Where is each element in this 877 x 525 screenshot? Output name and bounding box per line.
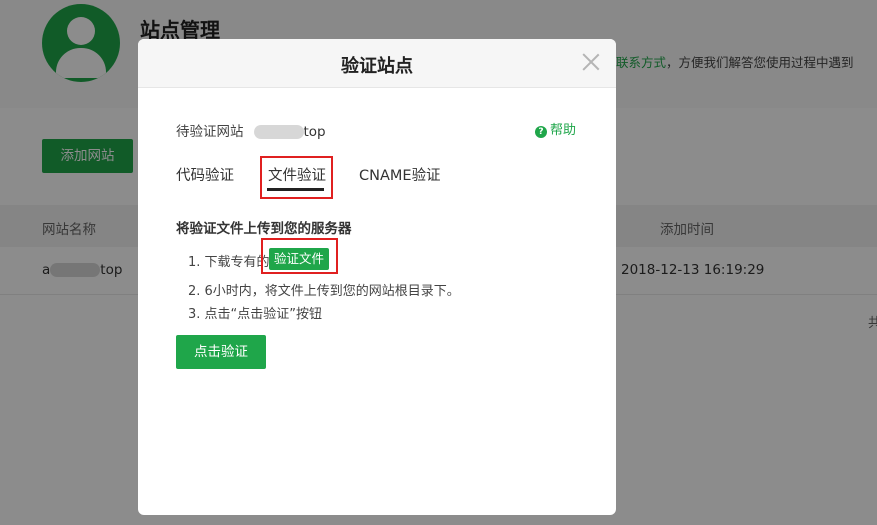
modal-title: 验证站点 (341, 56, 413, 77)
step-3: 3. 点击“点击验证”按钮 (188, 307, 323, 322)
close-icon[interactable] (580, 51, 602, 73)
help-link[interactable]: ? 帮助 (534, 119, 576, 138)
help-label: 帮助 (549, 123, 576, 138)
section-title: 将验证文件上传到您的服务器 (176, 221, 352, 237)
click-verify-button[interactable]: 点击验证 (176, 335, 266, 369)
modal-header: 验证站点 (138, 39, 616, 88)
highlight-box-download (261, 238, 338, 274)
pending-site-field: 待验证网站 top (176, 120, 326, 140)
verify-site-modal: 验证站点 待验证网站 top ? 帮助 代码验证 文件验证 CNAME验证 将验证文… (138, 39, 616, 515)
help-icon: ? (534, 126, 547, 138)
step-1: 1. 下载专有的 (188, 255, 270, 270)
tab-cname-verify[interactable]: CNAME验证 (359, 164, 441, 185)
tab-code-verify[interactable]: 代码验证 (176, 164, 234, 185)
pending-site-value: top (253, 124, 326, 140)
step-2: 2. 6小时内，将文件上传到您的网站根目录下。 (188, 284, 460, 299)
pending-site-label: 待验证网站 (176, 124, 244, 140)
redacted-blur (253, 125, 304, 139)
highlight-box-tab (260, 156, 333, 199)
